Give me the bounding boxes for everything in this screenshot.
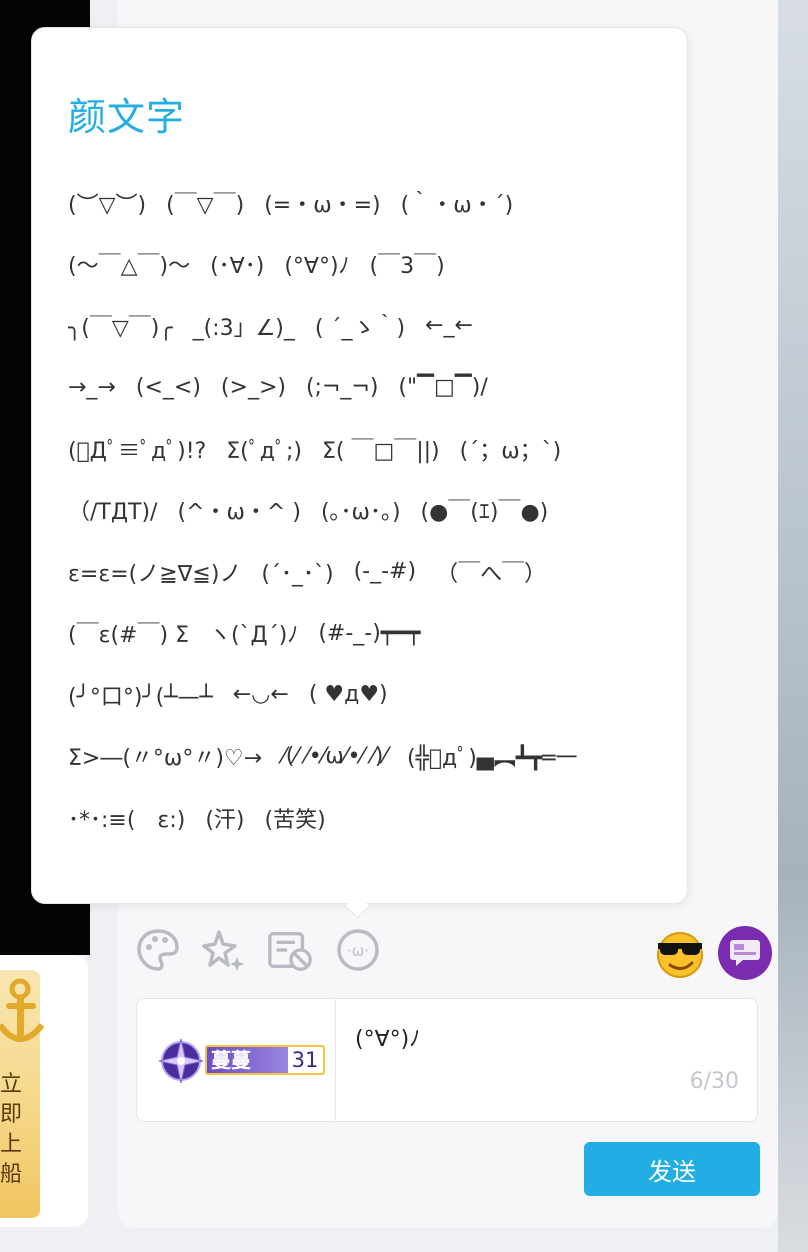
emoticon-item[interactable]: (╬ﾟдﾟ)▄︻┻┳═一 [407, 740, 577, 772]
emoticon-item[interactable]: Σ>―(〃°ω°〃)♡→ [68, 740, 262, 772]
fan-medal[interactable]: 蔓蔓 31 [157, 1037, 325, 1085]
emoticon-item[interactable]: (￣3￣) [370, 248, 445, 280]
emoticon-item[interactable]: ( ♥д♥) [309, 682, 388, 707]
emoticon-row: ╮(￣▽￣)╭ _(:3」∠)_ ( ´_ゝ｀) ←_← [68, 295, 668, 357]
emoticon-item[interactable]: (汗) [205, 802, 244, 834]
emoticon-item[interactable]: (;¬_¬) [306, 375, 378, 400]
emoticon-row: (〜￣△￣)〜 (･∀･) (°∀°)ﾉ (￣3￣) [68, 234, 668, 296]
emoticon-item[interactable]: ╮(￣▽￣)╭ [68, 310, 173, 342]
emoticon-item[interactable]: Σ( ￣□￣||) [322, 433, 440, 465]
popup-title: 颜文字 [68, 95, 186, 139]
background-scenery [778, 0, 808, 1252]
emoticon-item[interactable]: （￣へ￣） [436, 556, 546, 588]
emoticon-item[interactable]: (･∀･) [210, 248, 264, 280]
emoticon-item[interactable]: (ﾟДﾟ≡ﾟдﾟ)!? [68, 433, 206, 465]
emoticon-item[interactable]: (´･_･`) [261, 556, 333, 588]
danmaku-input[interactable]: (°∀°)ﾉ [355, 1021, 420, 1053]
board-ship-label[interactable]: 立即上船 [0, 1070, 22, 1190]
emoticon-item[interactable]: (｀・ω・´) [401, 187, 514, 219]
no-danmaku-icon[interactable] [266, 926, 314, 974]
emoticon-icon[interactable]: ·ω· [334, 926, 382, 974]
emoticon-item[interactable]: _(:3」∠)_ [193, 310, 295, 342]
emoticon-item[interactable]: ヽ(`Д´)ﾉ [209, 617, 298, 649]
emoticon-item[interactable]: （/TДT)/ [68, 494, 157, 526]
emoticon-item[interactable]: (=・ω・=) [264, 187, 380, 219]
emoticon-row: ･*･:≡( ε:) (汗) (苦笑) [68, 787, 668, 849]
emoticon-item[interactable]: (<_<) [136, 375, 201, 400]
emoticon-item[interactable]: ←◡← [233, 682, 289, 707]
svg-text:·ω·: ·ω· [347, 942, 369, 960]
medal-name: 蔓蔓 [211, 1048, 251, 1072]
medal-level: 31 [291, 1048, 319, 1072]
emoticon-popup: 颜文字 (︶▽︶) (￣▽￣) (=・ω・=) (｀・ω・´) (〜￣△￣)〜 (･∀･)… [31, 27, 688, 904]
emoticon-item[interactable]: (｡･ω･｡) [321, 494, 401, 526]
emoticon-item[interactable]: (#-_-)┯━┯ [318, 621, 420, 646]
sparkle-icon[interactable] [200, 926, 248, 974]
emoticon-row: （/TДT)/ (^・ω・^ ) (｡･ω･｡) (●￣(ｴ)￣●) [68, 480, 668, 542]
emoticon-item[interactable]: ←_← [425, 313, 473, 338]
emoticon-item[interactable]: (￣▽￣) [166, 187, 244, 219]
emoticon-row: Σ>―(〃°ω°〃)♡→ ⁄(⁄ ⁄•⁄ω⁄•⁄ ⁄)⁄ (╬ﾟдﾟ)▄︻┻┳═一 [68, 726, 668, 788]
emoticon-grid: (︶▽︶) (￣▽￣) (=・ω・=) (｀・ω・´) (〜￣△￣)〜 (･∀･) (°∀°… [68, 172, 668, 849]
emoticon-row: (￣ε(#￣) Σ ヽ(`Д´)ﾉ (#-_-)┯━┯ [68, 603, 668, 665]
emoticon-item[interactable]: (︶▽︶) [68, 187, 146, 219]
emoticon-item[interactable]: (^・ω・^ ) [177, 494, 300, 526]
emoticon-item[interactable]: (-_-#) [354, 559, 416, 584]
emoticon-item[interactable]: Σ(ﾟдﾟ;) [226, 433, 302, 465]
emoticon-item[interactable]: ε=ε=(ノ≧∇≦)ノ [68, 556, 241, 588]
emoticon-item[interactable]: ⁄(⁄ ⁄•⁄ω⁄•⁄ ⁄)⁄ [282, 744, 387, 769]
palette-icon[interactable] [134, 926, 182, 974]
emoticon-item[interactable]: (╯°口°)╯(┴—┴ [68, 679, 213, 711]
emoticon-row: (ﾟДﾟ≡ﾟдﾟ)!? Σ(ﾟдﾟ;) Σ( ￣□￣||) (´；ω；`) [68, 418, 668, 480]
emoticon-item[interactable]: (〜￣△￣)〜 [68, 248, 190, 280]
emoticon-item[interactable]: (苦笑) [265, 802, 326, 834]
emoticon-item[interactable]: ( ´_ゝ｀) [315, 310, 405, 342]
emoticon-item[interactable]: →_→ [68, 375, 116, 400]
emoticon-item[interactable]: (°∀°)ﾉ [284, 248, 349, 280]
emoticon-row: ε=ε=(ノ≧∇≦)ノ (´･_･`) (-_-#) （￣へ￣） [68, 541, 668, 603]
emoticon-item[interactable]: ･*･:≡( ε:) [68, 802, 185, 834]
emoticon-item[interactable]: (´；ω；`) [460, 433, 562, 465]
compass-star-icon [158, 1038, 204, 1084]
anchor-icon [0, 978, 45, 1042]
input-divider [335, 999, 336, 1121]
emoticon-item[interactable]: (￣ε(#￣) Σ [68, 617, 189, 649]
sunglasses-emoji-icon[interactable] [654, 927, 706, 979]
danmaku-input-box: 蔓蔓 31 (°∀°)ﾉ 6/30 [136, 998, 758, 1122]
emoticon-row: (︶▽︶) (￣▽￣) (=・ω・=) (｀・ω・´) [68, 172, 668, 234]
emoticon-item[interactable]: (>_>) [221, 375, 286, 400]
emoticon-row: →_→ (<_<) (>_>) (;¬_¬) ("▔□▔)/ [68, 357, 668, 419]
emoticon-item[interactable]: (●￣(ｴ)￣●) [421, 494, 549, 526]
char-counter: 6/30 [689, 1069, 739, 1094]
emoticon-row: (╯°口°)╯(┴—┴ ←◡← ( ♥д♥) [68, 664, 668, 726]
send-button[interactable]: 发送 [584, 1142, 760, 1196]
emoticon-item[interactable]: ("▔□▔)/ [398, 375, 487, 400]
chat-bubble-icon[interactable] [718, 926, 772, 980]
